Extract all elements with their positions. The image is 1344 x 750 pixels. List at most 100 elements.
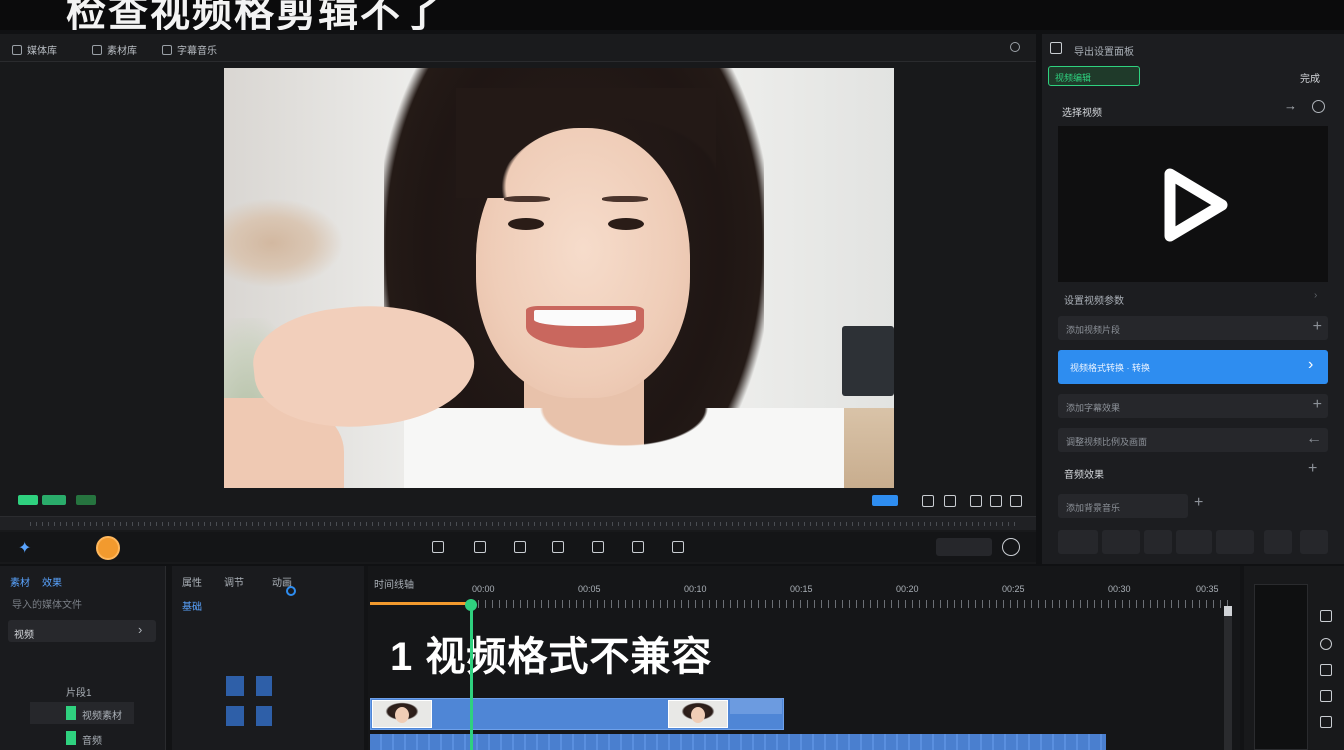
timeline-header: 时间线轴	[374, 580, 414, 591]
prop-tab-attributes[interactable]: 属性	[182, 574, 202, 589]
snapshot-icon[interactable]	[990, 495, 1002, 507]
library-item[interactable]: 视频素材	[30, 702, 134, 724]
library-tab-effects[interactable]: 效果	[42, 574, 62, 589]
toolbar-settings-button[interactable]	[1010, 42, 1020, 52]
toolbar-text-button[interactable]: 字幕音乐	[162, 42, 217, 57]
add-clip-row[interactable]: 添加视频片段 +	[1058, 316, 1328, 340]
text-icon	[162, 44, 172, 55]
music-icon[interactable]	[672, 541, 684, 553]
tool-icon[interactable]	[1320, 610, 1332, 622]
keyframe-block[interactable]	[226, 676, 244, 696]
clip-thumbnail	[372, 700, 432, 728]
section-title: 选择视频	[1062, 108, 1102, 119]
keyframe-block[interactable]	[256, 676, 272, 696]
format-convert-button[interactable]: 视频格式转换 · 转换 ›	[1058, 350, 1328, 384]
bottom-control-3[interactable]	[1144, 530, 1172, 554]
library-item[interactable]: 片段1	[30, 680, 160, 700]
bottom-control-5[interactable]	[1216, 530, 1254, 554]
fps-badge[interactable]	[76, 495, 96, 505]
delete-icon[interactable]	[552, 541, 564, 553]
record-button[interactable]	[96, 536, 120, 560]
panel-icon	[1050, 42, 1062, 54]
arrow-icon[interactable]: →	[1284, 98, 1297, 113]
tool-icon[interactable]	[1320, 690, 1332, 702]
ratio-row[interactable]: 调整视频比例及画面 ←	[1058, 428, 1328, 452]
add-music-row[interactable]: 添加背景音乐	[1058, 494, 1188, 518]
properties-panel: 属性 调节 动画 基础	[172, 566, 364, 750]
expand-icon[interactable]	[1010, 495, 1022, 507]
mirror-icon[interactable]	[592, 541, 604, 553]
ratio-button[interactable]	[872, 495, 898, 506]
fullscreen-icon[interactable]	[922, 495, 934, 507]
background-monitor	[842, 326, 894, 396]
param-label: 设置视频参数	[1064, 296, 1124, 307]
chevron-right-icon[interactable]: ›	[1314, 290, 1317, 301]
plus-icon[interactable]: +	[1313, 396, 1322, 414]
video-preview[interactable]	[224, 68, 894, 488]
library-item[interactable]: 音频	[30, 728, 160, 748]
magic-wand-icon	[12, 44, 22, 55]
rotate-icon[interactable]	[632, 541, 644, 553]
playhead[interactable]	[470, 602, 473, 750]
ruler-label: 00:30	[1108, 584, 1131, 594]
audio-icon[interactable]	[970, 495, 982, 507]
crop-icon[interactable]	[944, 495, 956, 507]
in-range-bar[interactable]	[370, 602, 470, 605]
resolution-badge[interactable]	[42, 495, 66, 505]
quality-badge[interactable]	[18, 495, 38, 505]
playback-toolbar: ✦	[0, 532, 1036, 562]
ruler-label: 00:15	[790, 584, 813, 594]
trim-icon[interactable]	[474, 541, 486, 553]
library-tab-assets[interactable]: 素材	[10, 574, 30, 589]
tool-icon[interactable]	[1320, 716, 1332, 728]
tool-icon[interactable]	[1320, 664, 1332, 676]
ruler-label: 00:20	[896, 584, 919, 594]
keyframe-block[interactable]	[256, 706, 272, 726]
zoom-field[interactable]	[936, 538, 992, 556]
chevron-right-icon: ›	[1308, 356, 1314, 373]
overlay-title: 检查视频格剪辑不了	[66, 0, 444, 30]
play-icon[interactable]	[1160, 168, 1230, 242]
zoom-fit-icon[interactable]	[1002, 538, 1020, 556]
keyframe-block[interactable]	[226, 706, 244, 726]
toolbar-media-button[interactable]: 媒体库	[12, 42, 57, 57]
search-icon[interactable]	[1312, 100, 1325, 113]
preview-scrub-bar[interactable]	[0, 516, 1036, 530]
clip-thumbnail	[668, 700, 728, 728]
folder-icon	[92, 44, 102, 55]
prop-tab-adjust[interactable]: 调节	[224, 574, 244, 589]
cut-icon[interactable]	[514, 541, 526, 553]
done-badge[interactable]: 完成	[1300, 70, 1320, 85]
right-panel: 导出设置面板 视频编辑 完成 选择视频 → 设置视频参数 › 添加视频片段 + 视…	[1042, 34, 1344, 564]
folder-row[interactable]: 视频 ›	[8, 620, 156, 642]
bottom-control-2[interactable]	[1102, 530, 1140, 554]
layout-button[interactable]	[1300, 530, 1328, 554]
plus-icon[interactable]: +	[1313, 318, 1322, 336]
tool-icon[interactable]	[1320, 638, 1332, 650]
ruler-label: 00:05	[578, 584, 601, 594]
ruler-label: 00:00	[472, 584, 495, 594]
top-toolbar: 媒体库 素材库 字幕音乐	[0, 34, 1036, 62]
bottom-control-4[interactable]	[1176, 530, 1212, 554]
split-icon[interactable]	[432, 541, 444, 553]
video-clip-tail[interactable]	[730, 698, 782, 714]
toolbar-assets-button[interactable]: 素材库	[92, 42, 137, 57]
add-subtitle-row[interactable]: 添加字幕效果 +	[1058, 394, 1328, 418]
timeline-scrollbar[interactable]	[1224, 606, 1232, 750]
timeline-ruler[interactable]	[478, 600, 1228, 608]
playhead-handle[interactable]	[465, 599, 477, 611]
plus-icon[interactable]: +	[1194, 494, 1203, 512]
audio-clip-icon	[66, 731, 76, 745]
copy-button[interactable]	[1264, 530, 1292, 554]
pin-icon[interactable]: ✦	[18, 538, 31, 558]
active-tab[interactable]: 视频编辑	[1048, 66, 1140, 86]
prop-slider-knob[interactable]	[286, 586, 296, 596]
prop-label: 基础	[182, 602, 202, 613]
back-icon[interactable]: ←	[1306, 430, 1322, 448]
bottom-control-1[interactable]	[1058, 530, 1098, 554]
ruler-label: 00:10	[684, 584, 707, 594]
audio-track-clip[interactable]	[370, 734, 1106, 750]
ruler-label: 00:25	[1002, 584, 1025, 594]
plus-icon[interactable]: +	[1308, 460, 1317, 478]
player-thumbnail[interactable]	[1058, 126, 1328, 282]
